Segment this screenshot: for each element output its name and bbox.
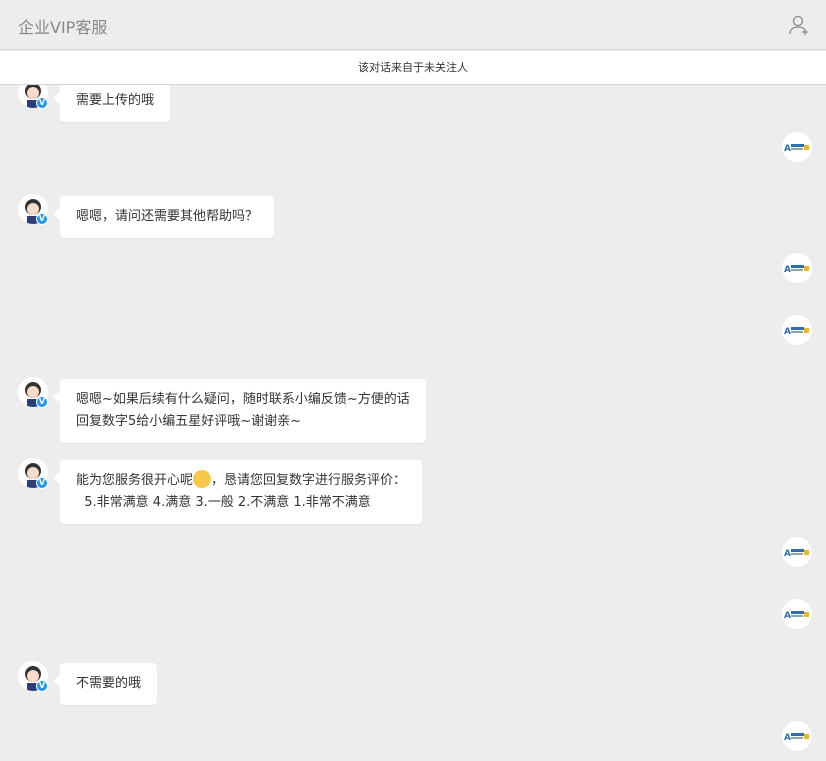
- message-bubble: 能为您服务很开心呢 ，恳请您回复数字进行服务评价： 5.非常满意 4.满意 3.一…: [60, 460, 422, 524]
- verified-badge-icon: V: [36, 477, 48, 489]
- chat-header: 企业VIP客服: [0, 0, 826, 50]
- message-list[interactable]: V 需要上传的哦 A好V嗯嗯，请问还需要其他帮助吗？A那我去打印公函A没有了V嗯…: [0, 0, 826, 761]
- add-user-icon[interactable]: [788, 14, 810, 36]
- svg-text:A: A: [784, 144, 791, 154]
- verified-badge-icon: V: [36, 680, 48, 692]
- user-avatar[interactable]: A: [782, 132, 812, 162]
- message-bubble: 嗯嗯~如果后续有什么疑问，随时联系小编反馈~方便的话回复数字5给小编五星好评哦~…: [60, 379, 426, 443]
- message-text: 能为您服务很开心呢: [76, 473, 193, 488]
- user-avatar[interactable]: A: [782, 721, 812, 751]
- message-text: 回复数字5给小编五星好评哦~谢谢亲~: [76, 414, 301, 429]
- message-bubble: 嗯嗯，请问还需要其他帮助吗？: [60, 196, 274, 238]
- svg-text:A: A: [784, 327, 791, 337]
- svg-text:A: A: [784, 265, 791, 275]
- verified-badge-icon: V: [36, 97, 48, 109]
- notice-bar: 该对话来自于未关注人: [0, 51, 826, 85]
- message-text: 嗯嗯，请问还需要其他帮助吗？: [76, 209, 258, 224]
- user-avatar[interactable]: A: [782, 253, 812, 283]
- user-avatar[interactable]: A: [782, 315, 812, 345]
- chat-title: 企业VIP客服: [18, 14, 107, 38]
- verified-badge-icon: V: [36, 213, 48, 225]
- message-bubble: 需要上传的哦: [60, 80, 170, 122]
- svg-text:A: A: [784, 549, 791, 559]
- message-text: 需要上传的哦: [76, 93, 154, 108]
- svg-text:A: A: [784, 611, 791, 621]
- svg-text:A: A: [784, 733, 791, 743]
- user-avatar[interactable]: A: [782, 537, 812, 567]
- message-bubble: 不需要的哦: [60, 663, 157, 705]
- message-text: 不需要的哦: [76, 676, 141, 691]
- user-avatar[interactable]: A: [782, 599, 812, 629]
- message-text: 嗯嗯~如果后续有什么疑问，随时联系小编反馈~方便的话: [76, 392, 410, 407]
- smile-emoji-icon: [193, 470, 211, 488]
- message-text: 5.非常满意 4.满意 3.一般 2.不满意 1.非常不满意: [76, 495, 371, 510]
- message-text: ，恳请您回复数字进行服务评价：: [211, 473, 406, 488]
- verified-badge-icon: V: [36, 396, 48, 408]
